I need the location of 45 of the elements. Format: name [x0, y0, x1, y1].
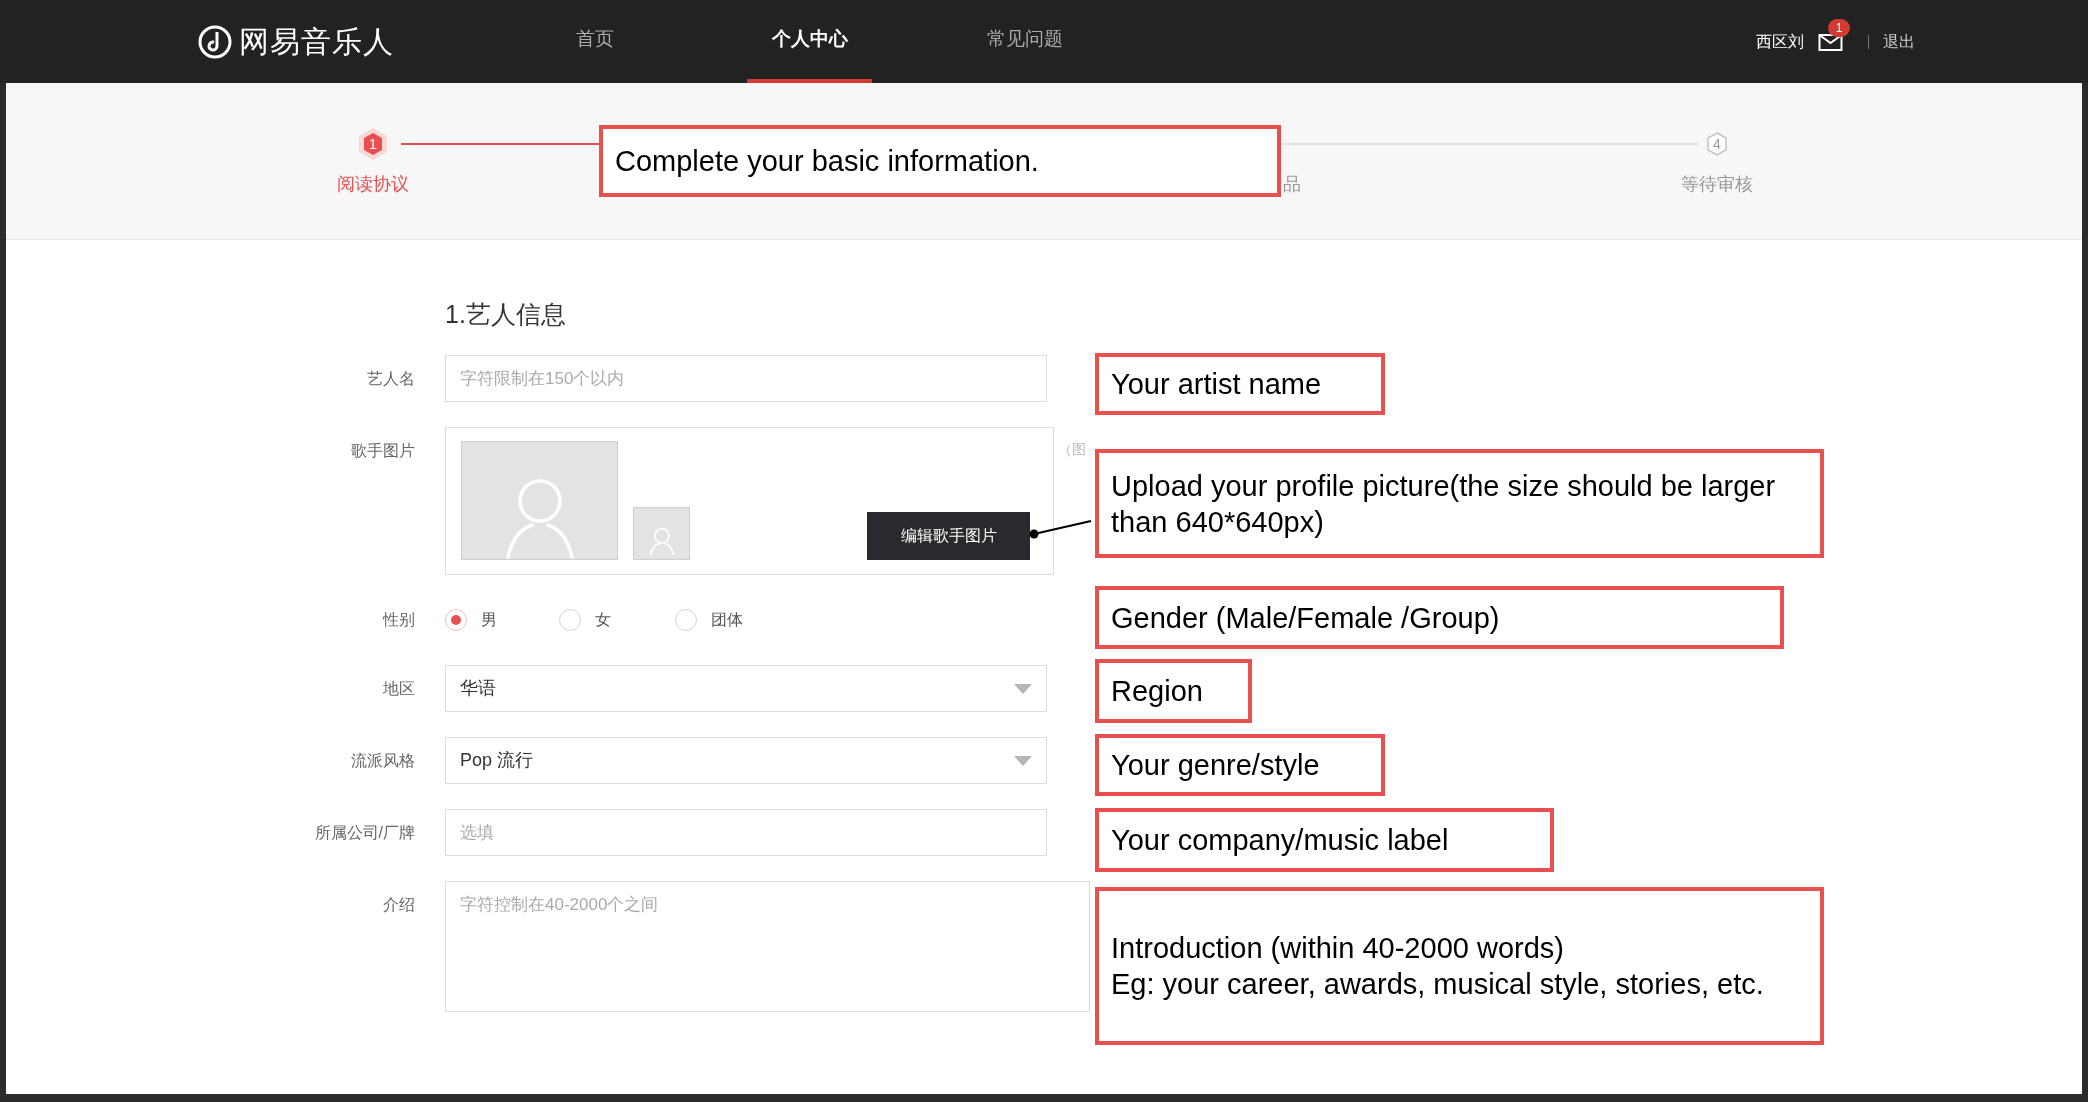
radio-label: 男 [481, 610, 497, 630]
field-label: 地区 [383, 678, 415, 699]
user-name[interactable]: 西区刘 [1756, 29, 1804, 54]
radio-label: 团体 [711, 610, 743, 630]
annotation-text: Your genre/style [1111, 748, 1320, 783]
annotation-text: Your artist name [1111, 367, 1322, 402]
field-label: 介绍 [383, 895, 415, 915]
dropdown[interactable]: Pop 流行 [445, 737, 1047, 784]
annotation-text: Upload your profile picture(the size should be larger than 640*640px) [1111, 468, 1777, 540]
logo-icon [197, 23, 233, 60]
field-label: 歌手图片 [351, 441, 415, 461]
annotation-text: Region [1111, 674, 1203, 709]
field-label: 所属公司/厂牌 [314, 822, 415, 843]
step-label: 阅读协议 [337, 173, 409, 196]
field-label: 流派风格 [351, 750, 415, 771]
annotation-text: Your company/music label [1111, 823, 1449, 858]
textarea-input[interactable]: 字符控制在40-2000个之间 [445, 881, 1090, 1012]
logo-text: 网易音乐人 [239, 24, 394, 60]
text-input[interactable]: 字符限制在150个以内 [445, 355, 1047, 402]
notification-badge: 1 [1828, 18, 1850, 37]
radio-button[interactable] [559, 609, 581, 631]
mail-icon [1818, 31, 1844, 52]
field-label: 艺人名 [367, 368, 415, 389]
section-title: 1.艺人信息 [445, 299, 567, 330]
nav-tab[interactable]: 常见问题 [962, 0, 1087, 83]
step-badge: 4 [1700, 127, 1734, 161]
radio-button[interactable] [445, 609, 467, 631]
nav-tab[interactable]: 首页 [532, 0, 657, 83]
step-badge: 1 [356, 127, 390, 161]
edit-picture-button[interactable]: 编辑歌手图片 [867, 512, 1030, 560]
radio-button[interactable] [675, 609, 697, 631]
radio-label: 女 [595, 610, 611, 630]
caret-icon [1014, 683, 1032, 694]
caret-icon [1014, 755, 1032, 766]
annotation-text: Complete your basic information. [615, 144, 1039, 179]
text-input[interactable]: 选填 [445, 809, 1047, 856]
annotation-text: Introduction (within 40-2000 words) Eg: your career, awards, musical style, stories, etc. [1111, 931, 1764, 1002]
field-label: 性别 [383, 610, 415, 630]
dropdown[interactable]: 华语 [445, 665, 1047, 712]
annotation-text: Gender (Male/Female /Group) [1111, 600, 1500, 636]
step-label: 品 [1283, 173, 1301, 196]
mail-button[interactable] [1818, 31, 1844, 52]
hint-text: （图 [1058, 440, 1086, 459]
step-label: 等待审核 [1681, 173, 1753, 196]
logout-link[interactable]: 退出 [1883, 29, 1915, 54]
